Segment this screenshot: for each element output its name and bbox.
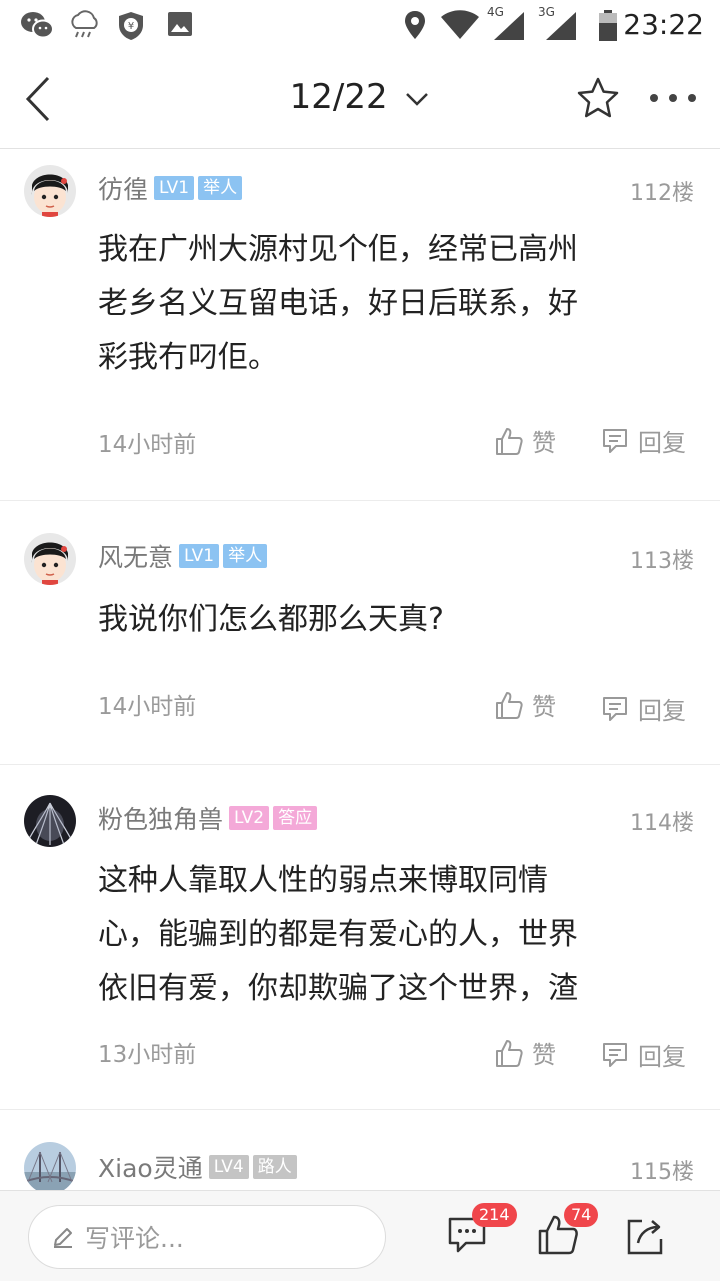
- thumbs-up-icon: [496, 1039, 523, 1067]
- level-badge: LV4: [208, 1155, 249, 1179]
- like-label: 赞: [532, 693, 556, 721]
- comment-item: 彷徨 LV1 举人 112楼 我在广州大源村见个佢，经常已高州 老乡名义互留电话…: [0, 149, 720, 501]
- reply-button[interactable]: 回复: [600, 423, 686, 458]
- avatar[interactable]: [24, 165, 76, 217]
- user-info: 粉色独角兽 LV2 答应: [98, 801, 321, 835]
- rank-badge: 路人: [252, 1155, 297, 1179]
- location-icon: [405, 11, 425, 39]
- reply-icon: [603, 428, 627, 453]
- comment-line: 我说你们怎么都那么天真?: [98, 602, 444, 637]
- rank-badge: 举人: [198, 176, 243, 200]
- comment-line: 我在广州大源村见个佢，经常已高州: [98, 232, 578, 267]
- wechat-icon: [21, 12, 54, 39]
- level-badge: LV1: [179, 544, 220, 568]
- reply-label: 回复: [638, 429, 686, 457]
- svg-text:¥: ¥: [128, 21, 134, 32]
- comment-text: 这种人靠取人性的弱点来博取同情 心，能骗到的都是有爱心的人，世界 依旧有爱，你却…: [98, 854, 658, 1016]
- more-icon[interactable]: [648, 88, 698, 108]
- status-bar: ¥ 4G 3G 23:22: [0, 0, 720, 50]
- comment-count-badge: 214: [472, 1203, 517, 1227]
- comment-item: 粉色独角兽 LV2 答应 114楼 这种人靠取人性的弱点来博取同情 心，能骗到的…: [0, 765, 720, 1110]
- comment-time: 14小时前: [98, 432, 197, 458]
- wifi-icon: [441, 10, 479, 39]
- reply-button[interactable]: 回复: [600, 1037, 686, 1072]
- user-info: 彷徨 LV1 举人: [98, 171, 246, 205]
- floor-number: 113楼: [630, 549, 694, 574]
- level-badge: LV1: [154, 176, 195, 200]
- image-icon: [168, 12, 192, 36]
- like-label: 赞: [532, 1041, 556, 1069]
- like-button[interactable]: 赞: [494, 687, 556, 722]
- nav-bar: 12/22: [0, 50, 720, 149]
- comment-item: Xiao灵通 LV4 路人 115楼: [0, 1110, 720, 1194]
- floor-number: 114楼: [630, 811, 694, 836]
- like-button[interactable]: 赞: [494, 1035, 556, 1070]
- signal-3g-icon: [546, 12, 576, 40]
- user-info: 风无意 LV1 举人: [98, 539, 271, 573]
- like-count-badge: 74: [564, 1203, 599, 1227]
- user-info: Xiao灵通 LV4 路人: [98, 1150, 301, 1184]
- thumbs-up-icon: [496, 691, 523, 719]
- username[interactable]: 彷徨: [98, 170, 148, 206]
- reply-label: 回复: [638, 697, 686, 725]
- comment-text: 我说你们怎么都那么天真?: [98, 593, 658, 647]
- pencil-icon: [54, 1228, 72, 1248]
- comment-time: 13小时前: [98, 1042, 197, 1068]
- comments-button[interactable]: 214: [446, 1203, 517, 1263]
- cloud-rain-icon: [71, 10, 98, 38]
- comment-input[interactable]: 写评论...: [28, 1205, 386, 1269]
- username[interactable]: 风无意: [98, 538, 173, 574]
- comment-input-placeholder: 写评论...: [85, 1224, 184, 1253]
- comment-line: 依旧有爱，你却欺骗了这个世界，渣: [98, 971, 578, 1006]
- chevron-down-icon: [406, 92, 429, 106]
- avatar[interactable]: [24, 795, 76, 847]
- signal-4g-icon: [494, 12, 524, 40]
- rank-badge: 答应: [273, 806, 318, 830]
- username[interactable]: 粉色独角兽: [98, 800, 223, 836]
- comment-text: 我在广州大源村见个佢，经常已高州 老乡名义互留电话，好日后联系，好 彩我冇叼佢。: [98, 223, 658, 385]
- star-icon[interactable]: [576, 76, 620, 120]
- reply-label: 回复: [638, 1043, 686, 1071]
- shield-yen-icon: ¥: [119, 12, 143, 40]
- page-number: 12/22: [289, 77, 388, 117]
- reply-button[interactable]: 回复: [600, 691, 686, 726]
- like-label: 赞: [532, 429, 556, 457]
- comment-line: 心，能骗到的都是有爱心的人，世界: [98, 917, 578, 952]
- rank-badge: 举人: [223, 544, 268, 568]
- username[interactable]: Xiao灵通: [98, 1149, 203, 1185]
- like-button[interactable]: 赞: [494, 423, 556, 458]
- reply-icon: [603, 696, 627, 721]
- bottom-bar: 写评论... 214 74: [0, 1190, 720, 1281]
- floor-number: 112楼: [630, 181, 694, 206]
- thumbs-up-icon: [496, 427, 523, 455]
- level-badge: LV2: [229, 806, 270, 830]
- comment-line: 这种人靠取人性的弱点来博取同情: [98, 863, 548, 898]
- comment-line: 彩我冇叼佢。: [98, 340, 278, 375]
- floor-number: 115楼: [630, 1160, 694, 1185]
- comment-time: 14小时前: [98, 694, 197, 720]
- comment-line: 老乡名义互留电话，好日后联系，好: [98, 286, 578, 321]
- battery-icon: [599, 10, 617, 41]
- comment-item: 风无意 LV1 举人 113楼 我说你们怎么都那么天真? 14小时前 赞 回复: [0, 501, 720, 765]
- avatar[interactable]: [24, 1142, 76, 1194]
- like-article-button[interactable]: 74: [536, 1203, 599, 1263]
- share-icon: [627, 1219, 663, 1255]
- reply-icon: [603, 1042, 627, 1067]
- clock: 23:22: [623, 8, 704, 41]
- share-button[interactable]: [624, 1213, 674, 1263]
- avatar[interactable]: [24, 533, 76, 585]
